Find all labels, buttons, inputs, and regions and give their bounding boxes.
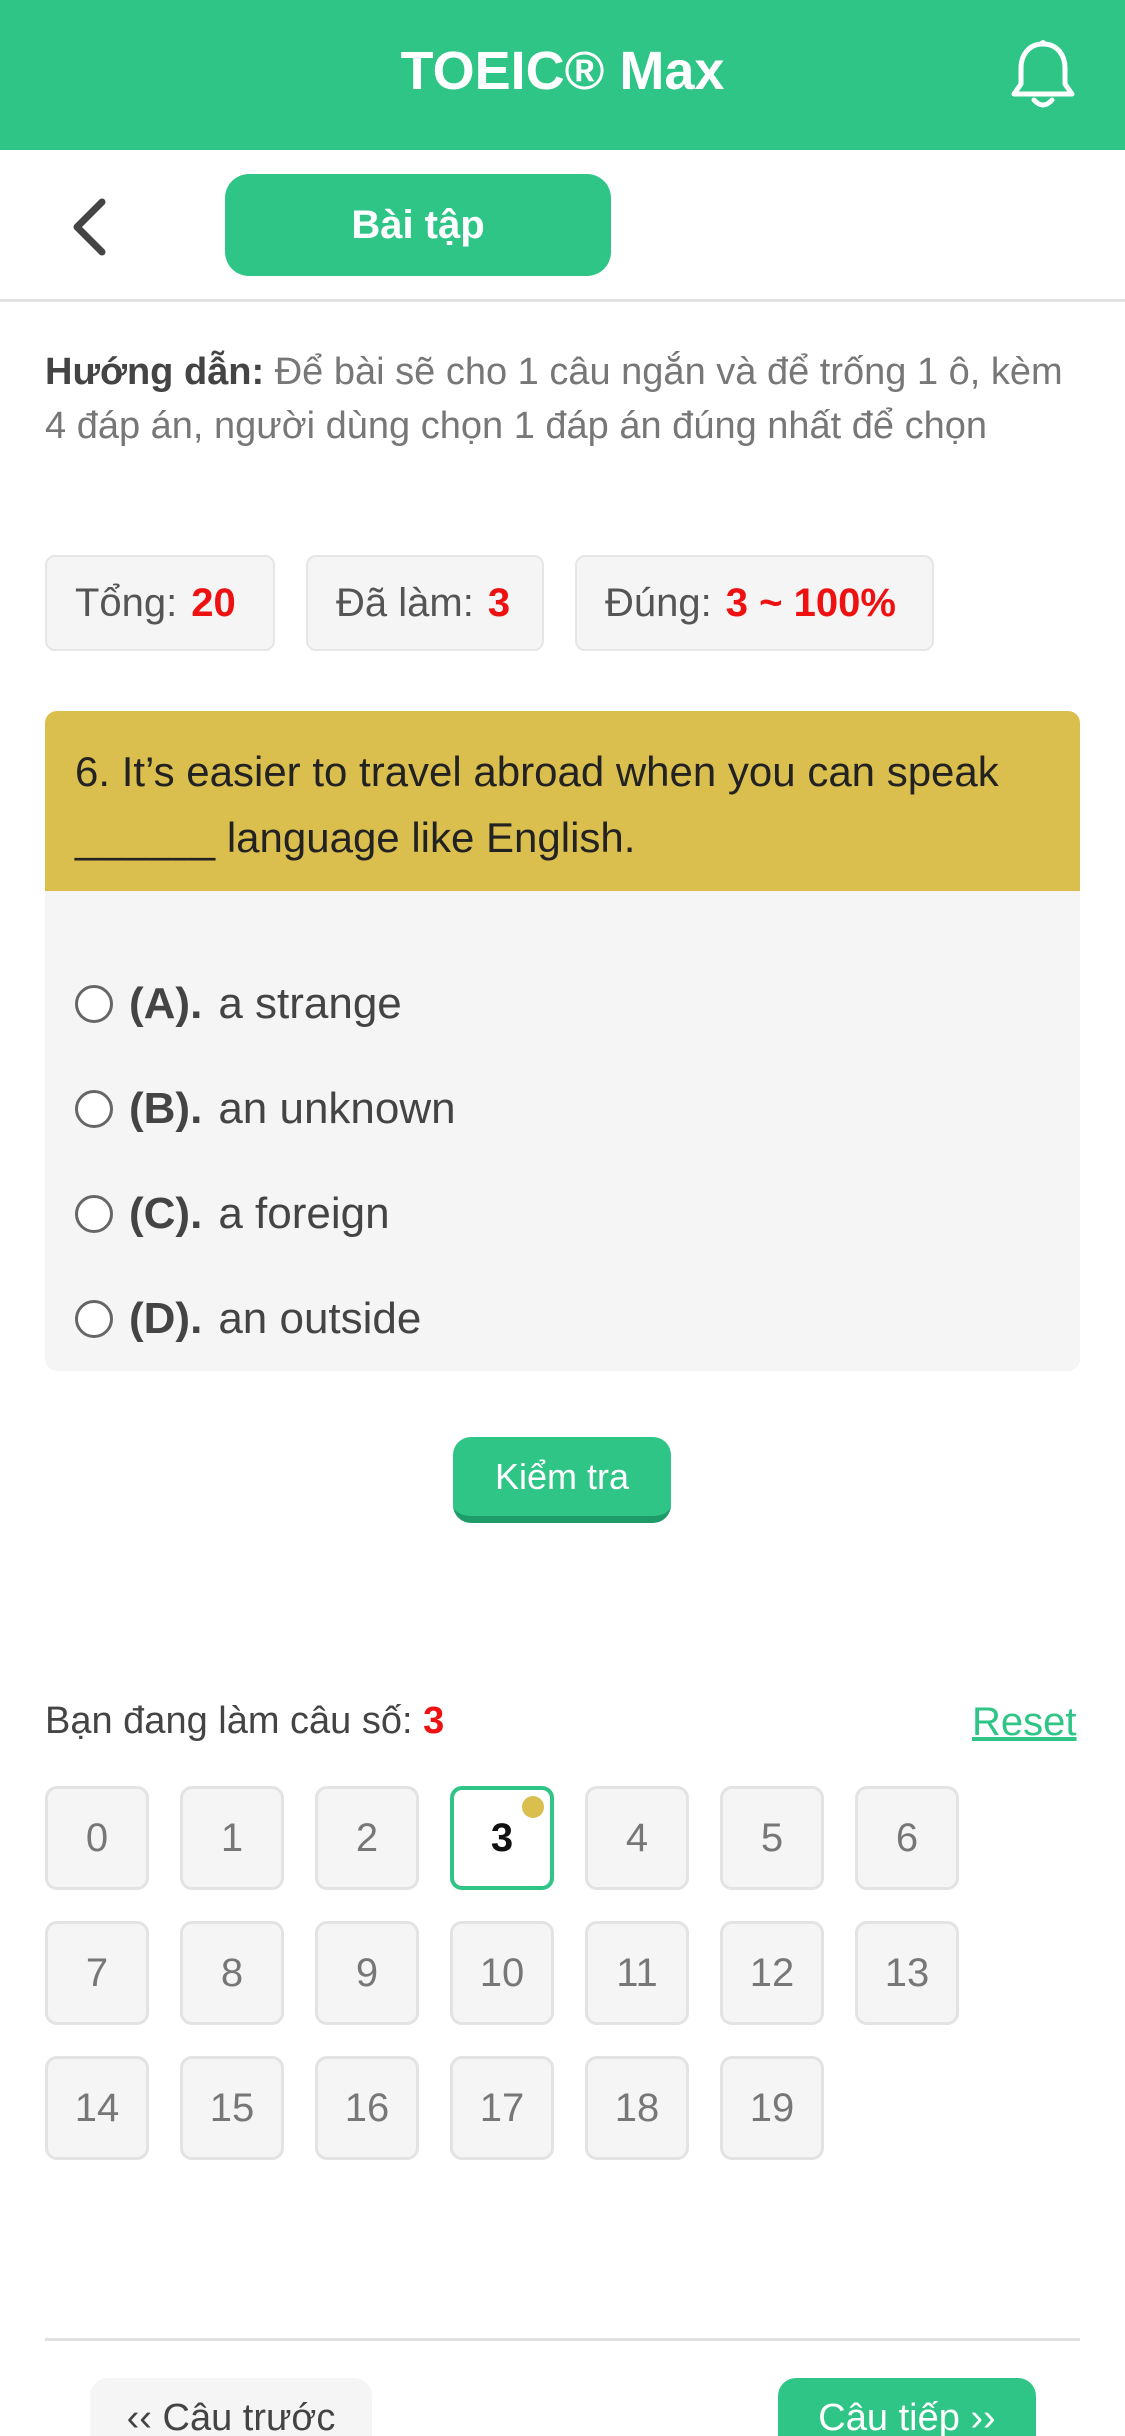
question-number-button[interactable]: 12 [720,1921,824,2025]
question-number-button[interactable]: 1 [180,1786,284,1890]
stat-total-label: Tổng: [75,580,178,625]
next-question-button[interactable]: Câu tiếp ›› [778,2378,1036,2436]
question-number-button[interactable]: 15 [180,2056,284,2160]
sub-header: Bài tập [0,150,1125,302]
current-question-label: Bạn đang làm câu số: [45,1700,413,1742]
question-number-button[interactable]: 8 [180,1921,284,2025]
check-button[interactable]: Kiểm tra [453,1437,671,1523]
stat-correct-label: Đúng: [605,580,712,625]
question-text: 6. It’s easier to travel abroad when you… [45,711,1080,891]
question-number-button[interactable]: 18 [585,2056,689,2160]
question-number-button[interactable]: 0 [45,1786,149,1890]
option-text: a strange [218,979,402,1028]
question-number-button[interactable]: 11 [585,1921,689,2025]
stat-done-value: 3 [487,580,511,625]
question-number-button[interactable]: 5 [720,1786,824,1890]
question-number-button[interactable]: 14 [45,2056,149,2160]
stat-correct-value: 3 ~ 100% [725,580,896,625]
option-c[interactable]: (C). a foreign [75,1184,390,1244]
answered-dot [522,1796,544,1818]
question-number-button[interactable]: 4 [585,1786,689,1890]
question-number-button[interactable]: 6 [855,1786,959,1890]
question-number-button-current[interactable]: 3 [450,1786,554,1890]
current-question-number: 3 [423,1700,445,1742]
question-number-button[interactable]: 13 [855,1921,959,2025]
question-number-button[interactable]: 7 [45,1921,149,2025]
question-number-button[interactable]: 9 [315,1921,419,2025]
instructions-label: Hướng dẫn: [45,351,265,393]
option-text: an outside [218,1294,422,1343]
question-number-button[interactable]: 17 [450,2056,554,2160]
answer-options: (A). a strange (B). an unknown (C). a fo… [45,891,1080,1371]
chevron-left-icon[interactable] [62,192,122,262]
bell-icon[interactable] [1008,38,1078,112]
option-text: a foreign [218,1189,390,1238]
option-a[interactable]: (A). a strange [75,974,402,1034]
radio-button[interactable] [75,1300,113,1338]
option-text: an unknown [218,1084,456,1133]
stat-correct: Đúng: 3 ~ 100% [575,555,934,651]
divider [45,2338,1080,2341]
radio-button[interactable] [75,1090,113,1128]
previous-question-button[interactable]: ‹‹ Câu trước [90,2378,372,2436]
question-number-button[interactable]: 19 [720,2056,824,2160]
stat-done: Đã làm: 3 [306,555,544,651]
stat-total: Tổng: 20 [45,555,275,651]
app-title: TOEIC® Max [400,41,725,101]
stat-done-label: Đã làm: [336,580,474,625]
question-number-button[interactable]: 16 [315,2056,419,2160]
radio-button[interactable] [75,1195,113,1233]
reset-link[interactable]: Reset [972,1700,1077,1745]
current-question: Bạn đang làm câu số: 3 [45,1700,444,1743]
top-bar: TOEIC® Max [0,0,1125,150]
option-letter: (D). [129,1294,203,1343]
question-number-button[interactable]: 2 [315,1786,419,1890]
stat-total-value: 20 [191,580,236,625]
option-letter: (A). [129,979,203,1028]
instructions: Hướng dẫn: Để bài sẽ cho 1 câu ngắn và đ… [45,345,1085,453]
option-b[interactable]: (B). an unknown [75,1079,456,1139]
option-letter: (B). [129,1084,203,1133]
radio-button[interactable] [75,985,113,1023]
tab-exercise[interactable]: Bài tập [225,174,611,276]
question-number-button[interactable]: 10 [450,1921,554,2025]
option-letter: (C). [129,1189,203,1238]
option-d[interactable]: (D). an outside [75,1289,421,1349]
question-number-label: 3 [490,1815,514,1860]
